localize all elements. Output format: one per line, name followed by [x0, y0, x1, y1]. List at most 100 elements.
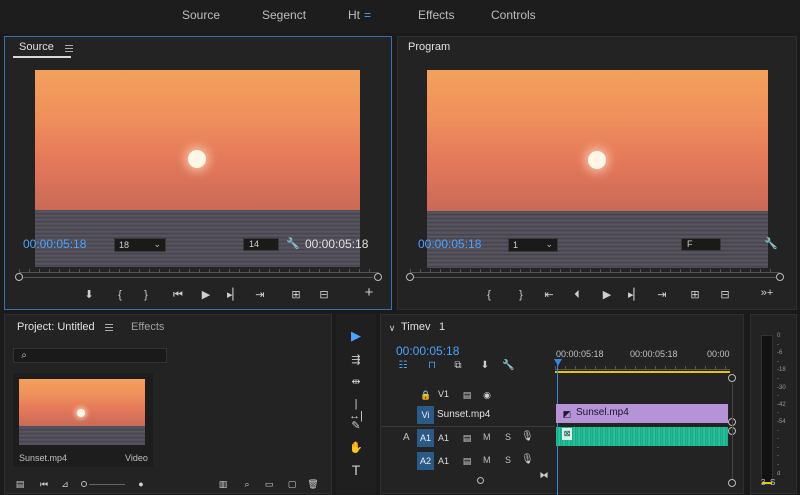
linked-selection-icon[interactable]: ⧉ [452, 360, 464, 372]
vertical-scroll-handle[interactable] [728, 479, 736, 487]
workspace-tab-ht[interactable]: Ht [348, 8, 360, 22]
solo-button[interactable]: S [505, 455, 511, 465]
nest-icon[interactable]: ☷ [397, 360, 409, 372]
source-scroll-end-handle[interactable] [374, 273, 382, 281]
sync-lock-icon[interactable]: ▤ [461, 389, 473, 401]
new-bin-icon[interactable]: ▭ [263, 478, 275, 490]
source-panel-menu-icon[interactable] [65, 45, 73, 52]
workspace-tab-segenct[interactable]: Segenct [262, 8, 306, 22]
timeline-ruler[interactable] [555, 362, 730, 370]
go-to-out-icon[interactable]: ⇥ [655, 289, 669, 301]
new-item-icon[interactable]: ▢ [286, 478, 298, 490]
snap-icon[interactable]: ⊓ [426, 360, 438, 372]
track-a2-label[interactable]: A1 [435, 454, 452, 468]
source-resolution-box[interactable]: 14 [243, 238, 279, 251]
go-to-in-icon[interactable]: ⇤ [542, 289, 556, 301]
program-scroll-start-handle[interactable] [406, 273, 414, 281]
timeline-playhead-timecode[interactable]: 00:00:05:18 [396, 344, 459, 358]
zoom-slider[interactable] [89, 484, 125, 485]
extract-icon[interactable]: ⊟ [716, 289, 734, 301]
automate-icon[interactable]: ▥ [217, 478, 229, 490]
selection-tool-icon[interactable]: ▶ [348, 329, 364, 342]
solo-button[interactable]: S [505, 432, 511, 442]
find-icon[interactable]: ⌕ [241, 478, 253, 490]
mute-button[interactable]: M [483, 455, 491, 465]
play-icon[interactable]: ▶ [199, 289, 213, 301]
lock-icon[interactable]: 🔒 [420, 389, 431, 401]
program-zoom-dropdown[interactable]: 1 ⌄ [508, 238, 558, 252]
wrench-icon[interactable]: 🔧 [286, 238, 300, 250]
program-resolution-box[interactable]: F [681, 238, 721, 251]
work-area-bar[interactable] [555, 371, 730, 373]
project-clip-item[interactable]: Sunset.mp4 Video [13, 373, 153, 467]
wrench-icon[interactable]: 🔧 [764, 238, 778, 250]
mark-in-icon[interactable]: { [484, 289, 494, 301]
type-tool-icon[interactable]: T [348, 463, 364, 477]
source-time-ruler[interactable] [19, 265, 379, 273]
step-back-icon[interactable]: ⏴ [570, 289, 584, 301]
track-a1-label[interactable]: A1 [435, 431, 452, 445]
sync-lock-icon[interactable]: ▤ [461, 455, 473, 467]
workspace-tab-controls[interactable]: Controls [491, 8, 536, 22]
audio-clip[interactable] [556, 427, 728, 446]
pen-tool-icon[interactable]: ✎ [348, 420, 364, 432]
lift-icon[interactable]: ⊞ [686, 289, 704, 301]
hand-tool-icon[interactable]: ✋ [348, 442, 364, 454]
project-search-input[interactable]: ⌕ [13, 348, 167, 363]
button-editor-icon[interactable]: »+ [756, 287, 778, 299]
program-playhead-timecode[interactable]: 00:00:05:18 [418, 237, 481, 251]
mark-out-icon[interactable]: } [141, 289, 151, 301]
sort-icon[interactable]: ● [135, 478, 147, 490]
overwrite-icon[interactable]: ⊟ [315, 289, 333, 301]
ripple-edit-icon[interactable]: ⇹ [348, 376, 364, 388]
microphone-icon[interactable]: 🎙 [521, 454, 534, 466]
add-marker-icon[interactable]: ⬇ [479, 360, 491, 372]
step-forward-icon[interactable]: ▸▏ [628, 289, 642, 301]
video-clip[interactable]: Sunsel.mp4 [556, 404, 728, 423]
chevron-down-icon[interactable]: ∨ [387, 322, 397, 334]
mark-out-icon[interactable]: } [516, 289, 526, 301]
button-editor-plus-icon[interactable]: + [362, 285, 376, 300]
source-playhead-timecode[interactable]: 00:00:05:18 [23, 237, 86, 251]
workspace-menu-icon[interactable]: = [364, 8, 371, 22]
go-to-in-icon[interactable]: ⏮ [171, 289, 185, 301]
program-scroll-bar[interactable] [414, 277, 776, 278]
slip-tool-icon[interactable]: |↔| [348, 398, 364, 422]
timeline-tab[interactable]: Timev [401, 321, 431, 333]
program-time-ruler[interactable] [410, 265, 780, 273]
icon-view-icon[interactable]: ⏮ [38, 478, 50, 490]
trash-icon[interactable]: 🗑 [307, 478, 319, 490]
workspace-tab-effects[interactable]: Effects [418, 8, 454, 22]
workspace-tab-source[interactable]: Source [182, 8, 220, 22]
source-scroll-start-handle[interactable] [15, 273, 23, 281]
vertical-scroll-handle[interactable] [728, 374, 736, 382]
list-view-icon[interactable]: ▤ [15, 478, 25, 490]
step-forward-icon[interactable]: ▸▏ [227, 289, 241, 301]
project-panel-menu-icon[interactable] [105, 324, 113, 331]
insert-icon[interactable]: ⊞ [287, 289, 305, 301]
sync-lock-icon[interactable]: ▤ [461, 432, 473, 444]
freeform-view-icon[interactable]: ⊿ [59, 478, 71, 490]
track-vi-target[interactable]: Vi [417, 406, 434, 424]
track-a1-target[interactable]: A1 [417, 429, 434, 447]
microphone-icon[interactable]: 🎙 [521, 431, 534, 443]
vertical-scroll-bar[interactable] [732, 383, 733, 479]
add-marker-icon[interactable]: ⬇ [83, 289, 95, 301]
effects-tab[interactable]: Effects [131, 321, 164, 333]
source-tab[interactable]: Source [19, 41, 54, 53]
wrench-icon[interactable]: 🔧 [502, 360, 514, 372]
track-select-icon[interactable]: ⇶ [348, 354, 364, 366]
program-tab[interactable]: Program [408, 41, 450, 53]
zoom-slider-handle[interactable] [81, 481, 87, 487]
track-a2-target[interactable]: A2 [417, 452, 434, 470]
horizontal-scroll-handle[interactable] [477, 477, 484, 484]
track-v1-label[interactable]: V1 [435, 387, 452, 401]
source-scroll-bar[interactable] [23, 277, 373, 278]
project-tab[interactable]: Project: Untitled [17, 321, 95, 333]
playhead-handle[interactable] [554, 359, 562, 366]
mute-button[interactable]: M [483, 432, 491, 442]
go-to-out-icon[interactable]: ⇥ [253, 289, 267, 301]
eye-icon[interactable]: ◉ [481, 389, 493, 401]
mark-in-icon[interactable]: { [115, 289, 125, 301]
play-icon[interactable]: ▶ [600, 289, 614, 301]
